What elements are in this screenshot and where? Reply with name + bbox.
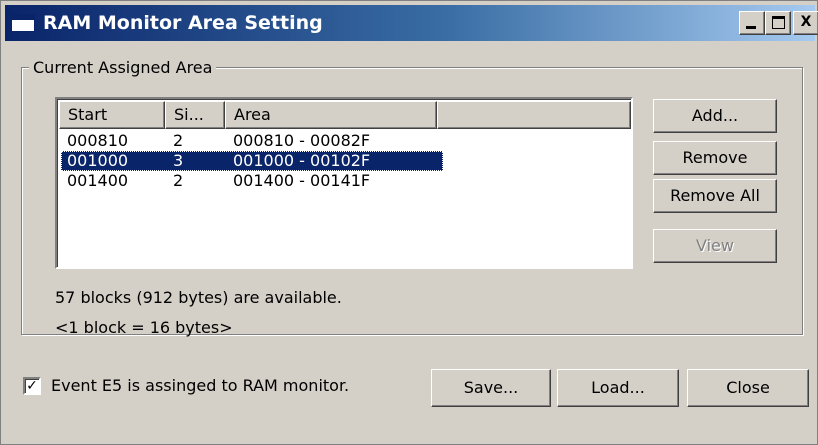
load-button[interactable]: Load... xyxy=(557,369,679,407)
list-row[interactable]: 000810 2 000810 - 00082F xyxy=(59,131,629,151)
row-start: 000810 xyxy=(67,131,129,150)
column-header-size[interactable]: Si... xyxy=(165,101,225,129)
column-header-area[interactable]: Area xyxy=(225,101,437,129)
row-size: 2 xyxy=(173,171,184,190)
list-row[interactable]: 001400 2 001400 - 00141F xyxy=(59,171,629,191)
maximize-icon xyxy=(772,16,785,29)
remove-button[interactable]: Remove xyxy=(653,141,777,175)
column-header-blank[interactable] xyxy=(437,101,631,129)
close-button[interactable]: Close xyxy=(687,369,809,407)
close-icon: X xyxy=(800,14,812,30)
add-button[interactable]: Add... xyxy=(653,99,777,133)
minimize-button[interactable] xyxy=(739,11,765,35)
ram-monitor-dialog: RAM Monitor Area Setting X Current Assig… xyxy=(0,0,818,445)
list-header: Start Si... Area xyxy=(59,101,631,129)
title-bar[interactable]: RAM Monitor Area Setting X xyxy=(5,5,818,41)
row-size: 3 xyxy=(173,151,184,170)
window-icon xyxy=(11,14,35,32)
row-start: 001000 xyxy=(67,151,129,170)
maximize-button[interactable] xyxy=(765,11,791,35)
row-area: 000810 - 00082F xyxy=(233,131,371,150)
event-e5-label[interactable]: Event E5 is assinged to RAM monitor. xyxy=(51,375,349,397)
group-label: Current Assigned Area xyxy=(29,58,217,78)
minimize-icon xyxy=(746,26,756,29)
close-window-button[interactable]: X xyxy=(793,11,818,35)
checkmark-icon: ✓ xyxy=(26,378,38,394)
remove-all-button[interactable]: Remove All xyxy=(653,179,777,213)
window-title: RAM Monitor Area Setting xyxy=(43,12,323,34)
column-header-start[interactable]: Start xyxy=(59,101,165,129)
row-area: 001400 - 00141F xyxy=(233,171,371,190)
view-button[interactable]: View xyxy=(653,229,777,263)
row-start: 001400 xyxy=(67,171,129,190)
event-e5-checkbox[interactable]: ✓ xyxy=(23,377,41,395)
list-row-selected[interactable]: 001000 3 001000 - 00102F xyxy=(59,151,629,171)
save-button[interactable]: Save... xyxy=(431,369,551,407)
available-blocks-text: 57 blocks (912 bytes) are available. xyxy=(55,288,342,307)
block-size-text: <1 block = 16 bytes> xyxy=(55,318,233,337)
row-size: 2 xyxy=(173,131,184,150)
assigned-area-list[interactable]: Start Si... Area 000810 2 000810 - 00082… xyxy=(55,97,633,269)
row-area: 001000 - 00102F xyxy=(233,151,371,170)
